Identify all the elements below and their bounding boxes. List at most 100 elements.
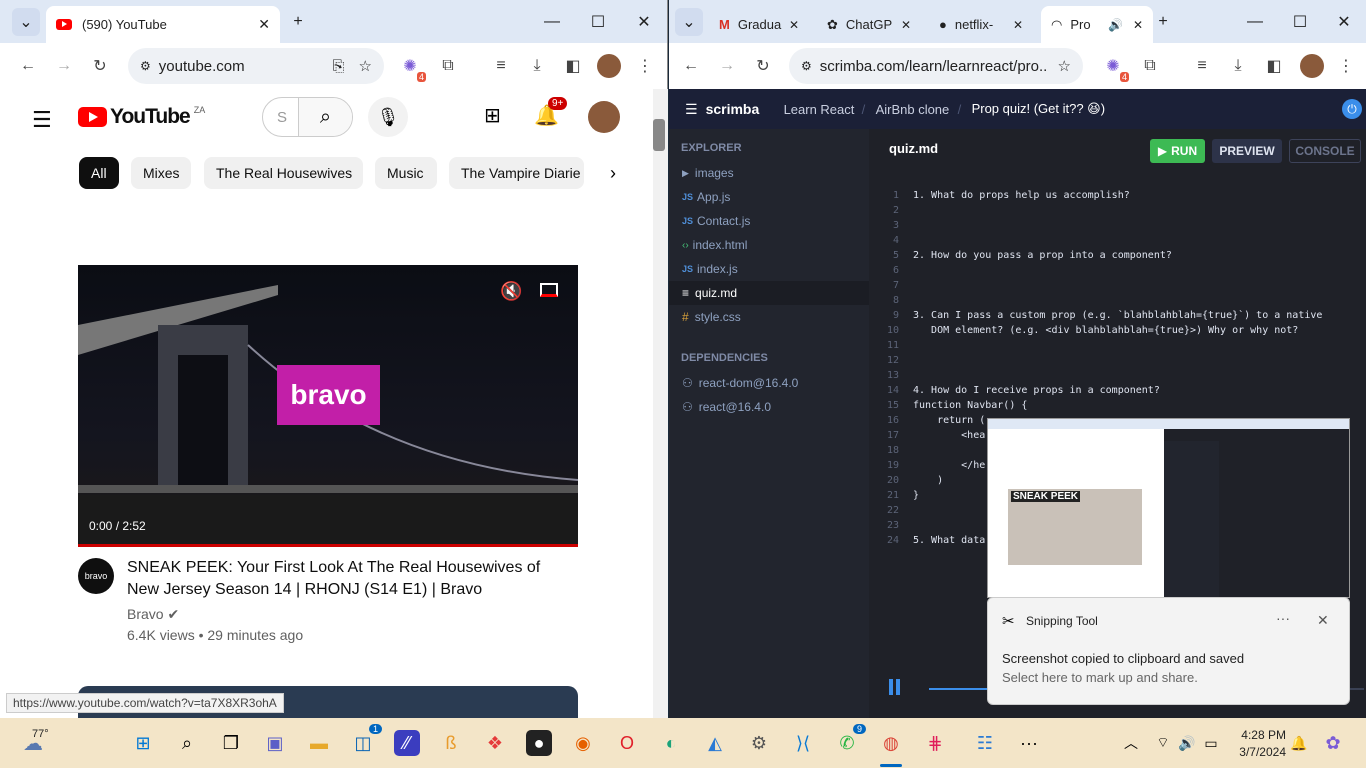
notifications-bell-icon[interactable]: 🔔 9+: [534, 97, 568, 128]
more-options-icon[interactable]: ···: [1276, 610, 1290, 626]
minimize-button[interactable]: —: [538, 8, 566, 36]
progress-bar[interactable]: [78, 544, 578, 547]
new-tab-button[interactable]: +: [284, 8, 312, 36]
media-control-icon[interactable]: ≡: [489, 54, 513, 78]
scrimba-logo[interactable]: scrimba: [706, 101, 780, 117]
search-icon[interactable]: ⌕: [174, 730, 200, 756]
address-bar-right[interactable]: ⚙ scrimba.com/learn/learnreact/pro... ☆: [789, 48, 1083, 84]
tab-gmail[interactable]: M Gradua ✕: [709, 6, 809, 43]
new-tab-button-right[interactable]: +: [1149, 8, 1177, 36]
chip-all[interactable]: All: [79, 157, 119, 189]
tab-youtube[interactable]: (590) YouTube ✕: [46, 6, 280, 43]
search-box[interactable]: S ⌕: [262, 97, 353, 137]
mute-icon[interactable]: 🔇: [500, 281, 522, 302]
close-window-button[interactable]: ✕: [630, 8, 658, 36]
dep-react[interactable]: ⚇ react@16.4.0: [669, 395, 869, 419]
tab-github[interactable]: ● netflix- ✕: [929, 6, 1033, 43]
file-index-js[interactable]: JS index.js: [669, 257, 869, 281]
extensions-puzzle-icon[interactable]: ⧉: [436, 54, 460, 78]
close-tab-icon[interactable]: ✕: [901, 18, 911, 32]
task-view-icon[interactable]: ❐: [218, 730, 244, 756]
whatsapp-icon[interactable]: ✆ 9: [834, 724, 866, 756]
dep-react-dom[interactable]: ⚇ react-dom@16.4.0: [669, 371, 869, 395]
media-control-icon[interactable]: ≡: [1190, 54, 1214, 78]
side-panel-icon[interactable]: ◧: [561, 54, 585, 78]
maximize-button-right[interactable]: ☐: [1286, 8, 1314, 36]
clock-time[interactable]: 4:28 PM: [1236, 728, 1286, 742]
forward-icon[interactable]: →: [52, 54, 76, 78]
hamburger-menu-icon[interactable]: ☰: [32, 107, 52, 133]
file-explorer-icon[interactable]: ▬: [306, 730, 332, 756]
channel-name[interactable]: Bravo ✔: [127, 606, 179, 623]
file-index-html[interactable]: ‹› index.html: [669, 233, 869, 257]
tab-search-button[interactable]: ⌄: [12, 8, 40, 36]
opera-icon[interactable]: O: [614, 730, 640, 756]
close-tab-icon[interactable]: ✕: [1013, 18, 1023, 32]
breadcrumb-prop-quiz[interactable]: Prop quiz! (Get it?? 😆): [972, 101, 1106, 117]
extension-icon[interactable]: ✺ 4: [1101, 54, 1129, 82]
notification-bell-icon[interactable]: 🔔: [1286, 730, 1312, 756]
menu-kebab-icon[interactable]: ⋮: [633, 54, 657, 78]
profile-avatar[interactable]: [1300, 54, 1324, 78]
scrollbar[interactable]: [653, 89, 668, 718]
app-icon[interactable]: ⁄⁄: [394, 730, 420, 756]
app-icon-orange[interactable]: ß: [438, 730, 464, 756]
close-tab-icon[interactable]: ✕: [258, 16, 270, 33]
photos-icon[interactable]: ◭: [702, 730, 728, 756]
settings-icon[interactable]: ⚙: [746, 730, 772, 756]
video-title[interactable]: SNEAK PEEK: Your First Look At The Real …: [127, 557, 567, 601]
pause-icon[interactable]: [889, 679, 901, 695]
more-apps-icon[interactable]: ···: [1016, 730, 1042, 756]
tray-chevron-icon[interactable]: ︿: [1118, 730, 1144, 756]
wifi-icon[interactable]: ⌔: [1150, 730, 1176, 756]
preview-button[interactable]: PREVIEW: [1212, 139, 1282, 163]
search-icon[interactable]: ⌕: [299, 98, 352, 136]
create-video-icon[interactable]: ⊞: [484, 103, 501, 128]
snip-thumbnail[interactable]: SNEAK PEEK: [987, 418, 1350, 598]
menu-kebab-icon[interactable]: ⋮: [1334, 54, 1358, 78]
file-contact-js[interactable]: JS Contact.js: [669, 209, 869, 233]
bookmark-star-icon[interactable]: ☆: [359, 57, 372, 75]
tab-search-button-right[interactable]: ⌄: [675, 8, 703, 36]
address-bar[interactable]: ⚙ youtube.com ⎘ ☆: [128, 48, 384, 84]
install-app-icon[interactable]: ⎘: [333, 58, 345, 75]
file-quiz-md[interactable]: ≡ quiz.md: [669, 281, 869, 305]
site-info-icon[interactable]: ⚙: [140, 59, 151, 73]
edge-icon[interactable]: ◐: [658, 730, 684, 756]
minimize-button-right[interactable]: —: [1241, 8, 1269, 36]
captions-icon[interactable]: [540, 283, 558, 297]
slack-icon[interactable]: ⋕: [922, 730, 948, 756]
chrome-icon[interactable]: ◍: [878, 730, 904, 756]
voice-search-icon[interactable]: 🎙: [368, 97, 408, 137]
console-button[interactable]: CONSOLE: [1289, 139, 1361, 163]
maximize-button[interactable]: ☐: [584, 8, 612, 36]
extension-icon[interactable]: ✺ 4: [398, 54, 426, 82]
side-panel-icon[interactable]: ◧: [1262, 54, 1286, 78]
close-toast-icon[interactable]: ✕: [1317, 612, 1329, 629]
back-icon[interactable]: ←: [16, 54, 40, 78]
breadcrumb-airbnb-clone[interactable]: AirBnb clone: [876, 102, 958, 117]
download-icon[interactable]: ⤓: [525, 54, 549, 78]
chip-mixes[interactable]: Mixes: [131, 157, 191, 189]
volume-icon[interactable]: 🔊: [1174, 730, 1200, 756]
back-icon[interactable]: ←: [679, 54, 703, 78]
video-player[interactable]: bravo 🔇 0:00 / 2:52: [78, 265, 578, 547]
notepad-icon[interactable]: ☷: [972, 730, 998, 756]
github-desktop-icon[interactable]: ●: [526, 730, 552, 756]
snipping-tool-notification[interactable]: ✂ Snipping Tool ··· ✕ Screenshot copied …: [987, 597, 1350, 705]
start-button-icon[interactable]: ⊞: [130, 730, 156, 756]
profile-avatar[interactable]: [597, 54, 621, 78]
bookmark-star-icon[interactable]: ☆: [1058, 57, 1071, 75]
search-input[interactable]: S: [263, 98, 299, 136]
chip-real-housewives[interactable]: The Real Housewives: [204, 157, 363, 189]
breadcrumb-learn-react[interactable]: Learn React: [784, 102, 862, 117]
store-icon[interactable]: ◫ 1: [350, 724, 382, 756]
reload-icon[interactable]: ↻: [88, 54, 112, 78]
chip-vampire-diaries[interactable]: The Vampire Diarie: [449, 157, 584, 189]
tab-chatgpt[interactable]: ✿ ChatGP ✕: [817, 6, 921, 43]
audio-playing-icon[interactable]: 🔊: [1108, 18, 1123, 32]
site-info-icon[interactable]: ⚙: [801, 59, 812, 73]
file-app-js[interactable]: JS App.js: [669, 185, 869, 209]
file-style-css[interactable]: # style.css: [669, 305, 869, 329]
power-icon[interactable]: ⏻: [1342, 99, 1362, 119]
